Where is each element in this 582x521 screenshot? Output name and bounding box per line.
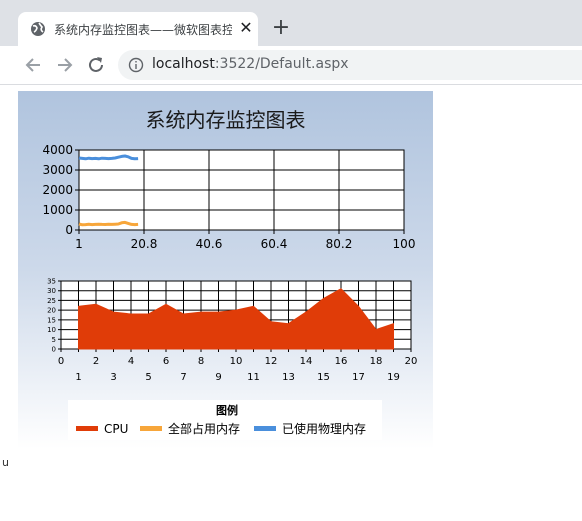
cpu-x-tick-label-secondary: 15 <box>317 372 330 383</box>
cpu-y-tick-label: 10 <box>47 326 56 334</box>
legend-swatch-0 <box>76 426 98 431</box>
legend-label-1: 全部占用内存 <box>168 421 240 436</box>
cpu-x-tick-label-secondary: 13 <box>282 372 295 383</box>
cpu-x-tick-label-secondary: 5 <box>145 372 151 383</box>
browser-toolbar: localhost:3522/Default.aspx <box>0 46 582 85</box>
cpu-x-tick-label-secondary: 11 <box>247 372 260 383</box>
cpu-y-tick-label: 25 <box>47 297 56 305</box>
address-bar[interactable]: localhost:3522/Default.aspx <box>118 50 582 80</box>
legend-label-0: CPU <box>104 422 128 436</box>
memory-x-tick-label: 100 <box>393 237 416 251</box>
cpu-x-tick-label: 14 <box>300 356 313 367</box>
cpu-x-tick-label: 2 <box>93 356 99 367</box>
cpu-x-tick-label-secondary: 7 <box>180 372 186 383</box>
memory-y-tick-label: 0 <box>65 223 73 237</box>
cpu-x-tick-label: 0 <box>58 356 64 367</box>
stray-text: u <box>2 456 9 469</box>
cpu-y-tick-label: 20 <box>47 307 56 315</box>
cpu-x-tick-label-secondary: 17 <box>352 372 365 383</box>
cpu-x-tick-label-secondary: 19 <box>387 372 400 383</box>
memory-y-tick-label: 1000 <box>42 203 73 217</box>
cpu-x-tick-label-secondary: 3 <box>110 372 116 383</box>
url-path: :3522/Default.aspx <box>214 56 349 72</box>
url-text[interactable]: localhost:3522/Default.aspx <box>152 56 349 72</box>
cpu-x-tick-label: 6 <box>163 356 169 367</box>
globe-icon <box>31 22 45 36</box>
memory-x-tick-label: 20.8 <box>131 237 158 251</box>
forward-arrow-icon[interactable] <box>54 54 76 76</box>
cpu-x-tick-label: 16 <box>335 356 348 367</box>
cpu-x-tick-label: 4 <box>128 356 134 367</box>
legend-title: 图例 <box>216 403 238 417</box>
cpu-x-tick-label: 12 <box>265 356 278 367</box>
cpu-x-tick-label: 18 <box>370 356 383 367</box>
memory-x-tick-label: 60.4 <box>261 237 288 251</box>
info-icon[interactable] <box>128 57 144 73</box>
cpu-y-tick-label: 30 <box>47 287 56 295</box>
memory-y-tick-label: 3000 <box>42 163 73 177</box>
legend-label-2: 已使用物理内存 <box>282 421 366 436</box>
legend-swatch-1 <box>140 426 162 431</box>
browser-tab[interactable]: 系统内存监控图表——微软图表控件 ✕ <box>18 12 258 46</box>
tab-strip: 系统内存监控图表——微软图表控件 ✕ + <box>0 0 582 46</box>
url-host: localhost <box>152 56 215 72</box>
close-tab-icon[interactable]: ✕ <box>236 18 256 38</box>
cpu-y-tick-label: 15 <box>47 316 56 324</box>
back-arrow-icon[interactable] <box>22 54 44 76</box>
cpu-x-tick-label: 20 <box>405 356 418 367</box>
cpu-x-tick-label-secondary: 9 <box>215 372 221 383</box>
chart-area: 系统内存监控图表 1 20.8 40.6 60.4 80.2 100 0 1000 2000 30… <box>18 91 433 449</box>
memory-y-tick-label: 2000 <box>42 183 73 197</box>
cpu-y-tick-label: 35 <box>47 278 56 286</box>
memory-x-tick-label: 40.6 <box>196 237 223 251</box>
cpu-y-tick-label: 0 <box>52 346 56 354</box>
cpu-y-tick-label: 5 <box>52 336 56 344</box>
memory-x-tick-label: 1 <box>75 237 83 251</box>
tab-title: 系统内存监控图表——微软图表控件 <box>54 23 232 37</box>
reload-icon[interactable] <box>85 54 107 76</box>
memory-y-tick-label: 4000 <box>42 143 73 157</box>
cpu-x-tick-label-secondary: 1 <box>75 372 81 383</box>
new-tab-button[interactable]: + <box>270 17 292 39</box>
memory-x-tick-label: 80.2 <box>326 237 353 251</box>
legend-swatch-2 <box>254 426 276 431</box>
cpu-x-tick-label: 8 <box>198 356 204 367</box>
cpu-x-tick-label: 10 <box>230 356 243 367</box>
charts-svg: 1 20.8 40.6 60.4 80.2 10001000200030004000051… <box>42 143 418 440</box>
